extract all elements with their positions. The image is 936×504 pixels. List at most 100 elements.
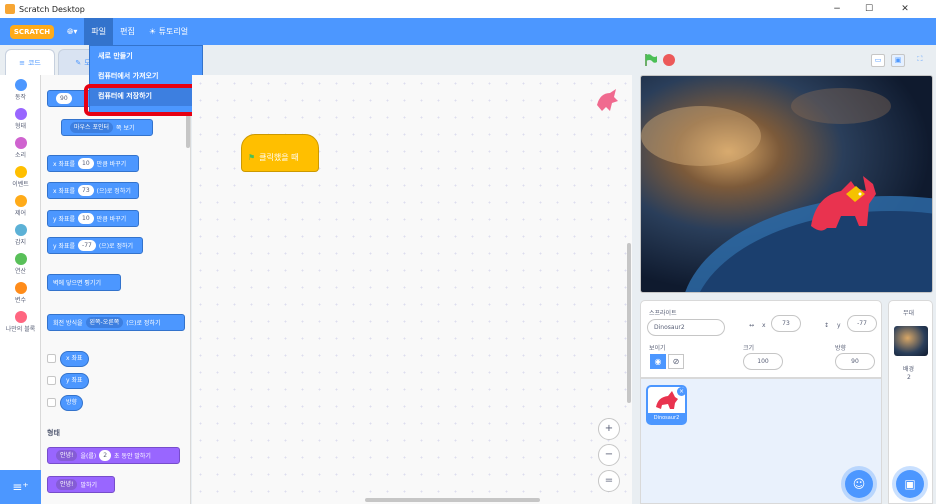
say-secs-input[interactable]: 2 (99, 450, 112, 461)
workspace-vertical-scrollbar[interactable] (627, 243, 631, 403)
category-dot (14, 224, 27, 236)
direction-input[interactable]: 90 (56, 93, 72, 104)
fullscreen-button[interactable]: ⛶ (913, 54, 927, 67)
block-text: (으)로 정하기 (126, 320, 161, 327)
category-looks[interactable]: 형태 (0, 108, 41, 130)
reporter-y-position[interactable]: y 좌표 (60, 373, 89, 389)
block-set-x[interactable]: x 좌표를 73 (으)로 정하기 (47, 182, 139, 199)
backdrop-thumbnail[interactable] (894, 326, 928, 356)
block-when-flag-clicked[interactable]: ⚑ 클릭했을 때 (241, 134, 319, 172)
category-label: 변수 (14, 297, 27, 304)
size-input[interactable]: 100 (743, 353, 783, 370)
block-point-towards[interactable]: 마우스 포인터 쪽 보기 (61, 119, 153, 136)
reporter-x-position[interactable]: x 좌표 (60, 351, 89, 367)
checkbox-x-position[interactable] (47, 354, 56, 363)
zoom-reset-button[interactable]: = (598, 470, 620, 492)
language-menu[interactable]: 🌐︎▾ (60, 18, 84, 45)
app-icon (5, 4, 15, 14)
category-label: 연산 (14, 268, 27, 275)
block-text: x 좌표를 (53, 161, 76, 168)
hide-sprite-toggle[interactable]: ⊘ (668, 354, 684, 369)
checkbox-direction[interactable] (47, 398, 56, 407)
category-sensing[interactable]: 감지 (0, 224, 41, 246)
fullscreen-icon: ⛶ (917, 55, 923, 63)
block-text: 쪽 보기 (116, 125, 135, 132)
choose-backdrop-button[interactable]: ▣ (896, 470, 924, 498)
checkbox-y-position[interactable] (47, 376, 56, 385)
close-button[interactable]: ✕ (892, 0, 918, 18)
reporter-direction[interactable]: 방향 (60, 395, 84, 411)
set-x-input[interactable]: 73 (78, 185, 94, 196)
show-sprite-toggle[interactable]: ◉ (650, 354, 666, 369)
block-text: 말하기 (80, 482, 98, 489)
stop-button[interactable] (663, 54, 675, 66)
block-say[interactable]: 안녕! 말하기 (47, 476, 115, 493)
menu-item-new[interactable]: 새로 만들기 (90, 46, 202, 66)
block-text: y 좌표를 (53, 243, 76, 250)
block-rotation-style[interactable]: 회전 방식을 왼쪽-오른쪽 (으)로 정하기 (47, 314, 185, 331)
y-label: y (837, 322, 841, 329)
change-y-input[interactable]: 10 (78, 213, 94, 224)
category-dot (14, 79, 27, 91)
category-sound[interactable]: 소리 (0, 137, 41, 159)
category-my-blocks[interactable]: 나만의 블록 (0, 311, 41, 333)
block-text: y 좌표를 (53, 216, 76, 223)
block-change-y[interactable]: y 좌표를 10 만큼 바꾸기 (47, 210, 139, 227)
category-control[interactable]: 제어 (0, 195, 41, 217)
stage-label: 무대 (903, 310, 915, 317)
category-dot (14, 137, 27, 149)
category-events[interactable]: 이벤트 (0, 166, 41, 188)
backdrop-icon: ▣ (904, 477, 916, 491)
category-dot (14, 253, 27, 265)
say-message-input[interactable]: 안녕! (56, 450, 78, 461)
category-motion[interactable]: 동작 (0, 79, 41, 101)
say-input[interactable]: 안녕! (56, 479, 78, 490)
category-dot (14, 311, 27, 323)
menu-item-load-from-computer[interactable]: 컴퓨터에서 가져오기 (90, 66, 202, 86)
block-set-y[interactable]: y 좌표를 -77 (으)로 정하기 (47, 237, 143, 254)
rotation-style-dropdown[interactable]: 왼쪽-오른쪽 (85, 317, 124, 328)
block-text: x 좌표를 (53, 188, 76, 195)
choose-sprite-button[interactable]: ☺ (845, 470, 873, 498)
block-say-for-secs[interactable]: 안녕! 을(를) 2 초 동안 말하기 (47, 447, 180, 464)
x-position-input[interactable]: 73 (771, 315, 801, 332)
direction-label: 방향 (835, 345, 847, 352)
category-label: 나만의 블록 (5, 326, 36, 333)
towards-dropdown[interactable]: 마우스 포인터 (70, 122, 114, 133)
y-position-input[interactable]: -77 (847, 315, 877, 332)
tab-code[interactable]: ≡ 코드 (5, 49, 55, 75)
large-stage-button[interactable]: ▣ (891, 54, 905, 67)
direction-input[interactable]: 90 (835, 353, 875, 370)
zoom-out-button[interactable]: − (598, 444, 620, 466)
block-text: (으)로 정하기 (96, 188, 131, 195)
category-dot (14, 166, 27, 178)
zoom-in-button[interactable]: + (598, 418, 620, 440)
add-extension-button[interactable]: ≡⁺ (0, 470, 41, 504)
sprite-name-input[interactable]: Dinosaur2 (647, 319, 725, 336)
change-x-input[interactable]: 10 (78, 158, 94, 169)
green-flag-button[interactable] (644, 53, 658, 67)
backdrops-label: 배경 (903, 366, 915, 373)
category-variables[interactable]: 변수 (0, 282, 41, 304)
set-y-input[interactable]: -77 (78, 240, 96, 251)
stage-canvas[interactable] (640, 75, 933, 293)
block-text: 만큼 바꾸기 (96, 161, 127, 168)
block-bounce[interactable]: 벽에 닿으면 튕기기 (47, 274, 121, 291)
file-menu[interactable]: 파일 (84, 18, 114, 45)
block-change-x[interactable]: x 좌표를 10 만큼 바꾸기 (47, 155, 139, 172)
minimize-button[interactable]: − (824, 0, 850, 18)
small-stage-button[interactable]: ▭ (871, 54, 885, 67)
edit-menu[interactable]: 편집 (113, 18, 142, 45)
tutorials-menu[interactable]: ☀︎ 튜토리얼 (142, 18, 195, 45)
green-flag-icon: ⚑ (248, 152, 256, 162)
scratch-logo[interactable]: SCRATCH (10, 24, 54, 39)
workspace-horizontal-scrollbar[interactable] (365, 498, 540, 502)
maximize-button[interactable]: ☐ (856, 0, 882, 18)
category-operators[interactable]: 연산 (0, 253, 41, 275)
sprite-corner-icon (597, 89, 618, 111)
tutorials-label: 튜토리얼 (158, 27, 189, 36)
eye-icon: ◉ (654, 357, 662, 366)
brush-icon: ✎ (75, 58, 82, 67)
delete-sprite-button[interactable]: × (677, 387, 686, 396)
small-stage-icon: ▭ (874, 56, 882, 64)
